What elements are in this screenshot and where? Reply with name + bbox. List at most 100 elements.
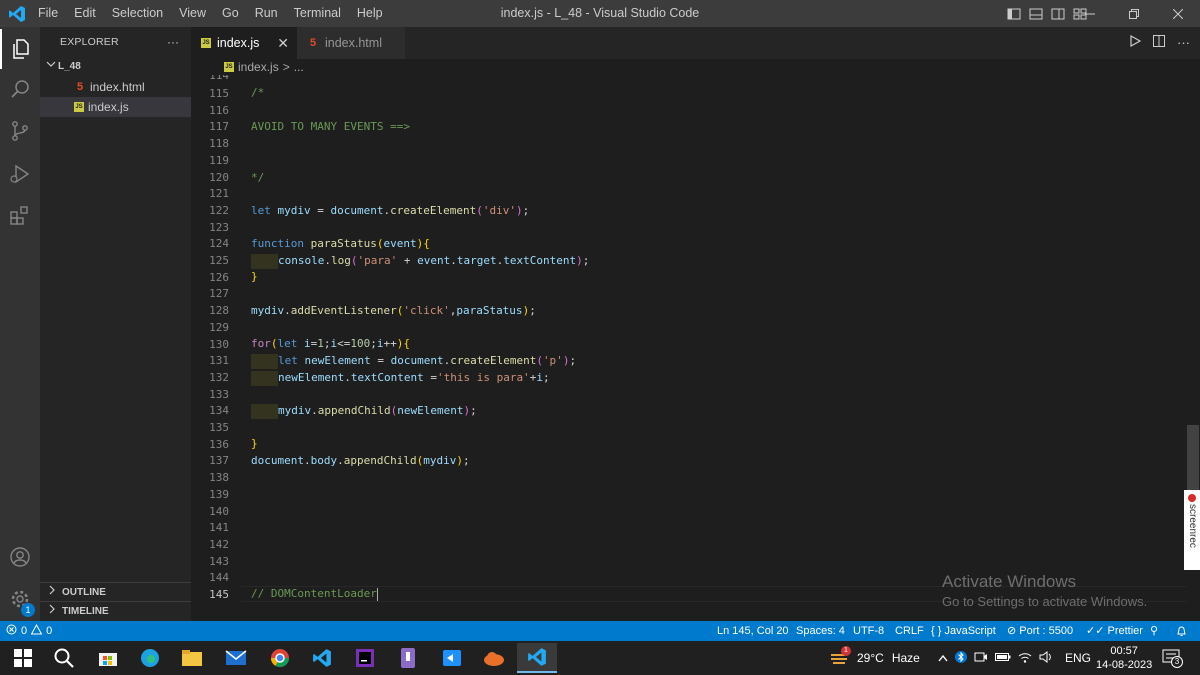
language-mode[interactable]: { } JavaScript: [931, 621, 996, 641]
search-icon[interactable]: [44, 643, 84, 673]
code-line: function paraStatus(event){: [251, 237, 430, 250]
line-number: 125: [209, 254, 229, 267]
file-index-html[interactable]: 5 index.html: [40, 77, 191, 97]
line-number: 116: [209, 103, 229, 117]
line-number: 140: [209, 504, 229, 518]
window-controls: [1068, 0, 1200, 27]
editor-tab-bar: JS index.js ✕ 5 index.html ···: [191, 27, 1200, 59]
explorer-icon[interactable]: [0, 29, 40, 69]
accounts-icon[interactable]: [0, 537, 40, 577]
search-icon[interactable]: [0, 69, 40, 109]
code-line: newElement.textContent ='this is para'+i…: [251, 371, 550, 386]
file-explorer-icon[interactable]: [172, 643, 212, 673]
vscode-active-taskbar-icon[interactable]: [517, 643, 557, 673]
breadcrumb-file[interactable]: index.js: [238, 60, 279, 74]
line-number: 114: [209, 75, 229, 82]
problems-status[interactable]: 0 0: [6, 621, 52, 641]
tab-index-html[interactable]: 5 index.html: [297, 27, 405, 59]
toggle-secondary-sidebar-icon[interactable]: [1050, 6, 1066, 22]
encoding-status[interactable]: UTF-8: [853, 621, 884, 641]
weather-widget[interactable]: 1 29°C Haze: [829, 641, 920, 675]
timeline-section[interactable]: TIMELINE: [40, 601, 191, 621]
run-icon[interactable]: [1129, 34, 1142, 50]
line-number: 124: [209, 237, 229, 251]
input-language[interactable]: ENG: [1065, 641, 1091, 675]
code-line: */: [251, 171, 265, 184]
vscode-taskbar-icon[interactable]: [302, 643, 342, 673]
source-control-icon[interactable]: [0, 111, 40, 151]
split-editor-icon[interactable]: [1153, 35, 1165, 50]
eol-status[interactable]: CRLF: [895, 621, 924, 641]
toggle-primary-sidebar-icon[interactable]: [1006, 6, 1022, 22]
line-number: 120: [209, 170, 229, 184]
run-debug-icon[interactable]: [0, 154, 40, 194]
feedback-icon[interactable]: ⚲: [1150, 621, 1158, 641]
activate-windows-title: Activate Windows: [942, 572, 1077, 591]
more-actions-icon[interactable]: ···: [167, 27, 179, 57]
menu-go[interactable]: Go: [214, 0, 247, 27]
code-editor[interactable]: 114 115 116 117 118 119 120 121 122 123 124 125 126…: [191, 75, 1186, 621]
chrome-icon[interactable]: [260, 643, 300, 673]
toggle-panel-icon[interactable]: [1028, 6, 1044, 22]
more-actions-icon[interactable]: ···: [1177, 35, 1190, 50]
line-number: 135: [209, 421, 229, 434]
folder-l48[interactable]: L_48: [40, 57, 191, 77]
live-server-port[interactable]: ⊘ Port : 5500: [1007, 621, 1073, 641]
warning-count: 0: [46, 625, 53, 637]
vscode-logo-icon[interactable]: [8, 5, 26, 23]
weather-text: Haze: [891, 651, 920, 665]
wifi-icon[interactable]: [1018, 651, 1032, 666]
app-purple-icon[interactable]: [388, 643, 428, 673]
notifications-bell-icon[interactable]: [1176, 621, 1187, 641]
battery-icon[interactable]: [995, 651, 1011, 665]
notification-center[interactable]: 3: [1162, 641, 1183, 675]
code-line: mydiv.appendChild(newElement);: [251, 404, 477, 419]
clock[interactable]: 00:57 14-08-2023: [1096, 641, 1152, 675]
weather-icon: 1: [829, 646, 851, 667]
volume-icon[interactable]: [1039, 650, 1053, 666]
file-index-js[interactable]: JS index.js: [40, 97, 191, 117]
screenrec-widget[interactable]: screenrec: [1184, 490, 1200, 570]
chevron-right-icon: [48, 602, 56, 622]
settings-badge: 1: [21, 603, 35, 617]
outline-section[interactable]: OUTLINE: [40, 582, 191, 602]
menu-help[interactable]: Help: [349, 0, 391, 27]
windows-taskbar: 1 29°C Haze ENG 00:57 14-08-2023 3: [0, 641, 1200, 675]
manage-gear-icon[interactable]: 1: [0, 579, 40, 619]
close-tab-icon[interactable]: ✕: [277, 35, 289, 51]
line-number: 139: [209, 487, 229, 501]
bluetooth-icon[interactable]: [955, 650, 967, 667]
windows-start-icon[interactable]: [3, 643, 43, 673]
menu-run[interactable]: Run: [247, 0, 286, 27]
line-number: 117: [209, 120, 229, 134]
store-icon[interactable]: [88, 643, 128, 673]
cursor-position[interactable]: Ln 145, Col 20: [717, 621, 789, 641]
teamviewer-icon[interactable]: [432, 643, 472, 673]
code-line: let mydiv = document.createElement('div'…: [251, 204, 530, 217]
restore-icon[interactable]: [1112, 0, 1156, 27]
tab-index-js[interactable]: JS index.js ✕: [191, 27, 297, 59]
line-number: 143: [209, 554, 229, 568]
scrollbar-thumb[interactable]: [1187, 425, 1199, 495]
line-number: 132: [209, 370, 229, 384]
menu-view[interactable]: View: [171, 0, 214, 27]
html-file-icon: 5: [309, 37, 317, 49]
weather-badge: 1: [841, 646, 851, 656]
menu-edit[interactable]: Edit: [66, 0, 104, 27]
intellij-icon[interactable]: [345, 643, 385, 673]
indentation-status[interactable]: Spaces: 4: [796, 621, 845, 641]
title-bar: File Edit Selection View Go Run Terminal…: [0, 0, 1200, 27]
minimize-icon[interactable]: [1068, 0, 1112, 27]
breadcrumb-rest[interactable]: ...: [294, 60, 304, 74]
prettier-status[interactable]: ✓✓ Prettier: [1086, 621, 1143, 641]
edge-browser-icon[interactable]: [130, 643, 170, 673]
meet-now-icon[interactable]: [974, 651, 988, 666]
show-hidden-icons-chevron-up-icon[interactable]: [938, 651, 948, 665]
menu-selection[interactable]: Selection: [104, 0, 171, 27]
mail-icon[interactable]: [216, 643, 256, 673]
extensions-icon[interactable]: [0, 195, 40, 235]
menu-file[interactable]: File: [30, 0, 66, 27]
cloud-app-icon[interactable]: [474, 643, 514, 673]
close-window-icon[interactable]: [1156, 0, 1200, 27]
menu-terminal[interactable]: Terminal: [286, 0, 349, 27]
